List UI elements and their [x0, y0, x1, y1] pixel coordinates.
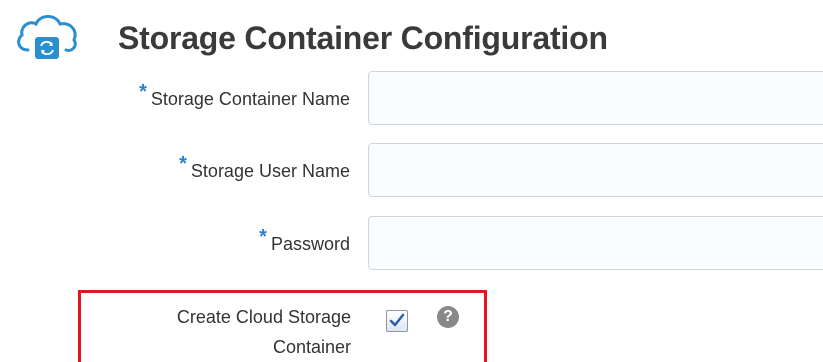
password-row: * Password	[0, 216, 823, 272]
create-cloud-storage-container-label: Create Cloud Storage Container	[91, 302, 351, 362]
storage-container-name-label-text: Storage Container Name	[150, 88, 350, 109]
password-label-text: Password	[270, 233, 350, 254]
checkmark-icon	[389, 313, 405, 327]
storage-container-name-label: * Storage Container Name	[139, 71, 350, 127]
cloud-sync-icon	[17, 15, 77, 59]
storage-container-name-row: * Storage Container Name	[0, 71, 823, 127]
storage-user-name-label-text: Storage User Name	[190, 160, 350, 181]
required-marker: *	[259, 225, 267, 248]
storage-user-name-input[interactable]	[368, 143, 823, 197]
required-marker: *	[139, 80, 147, 103]
create-container-label-line1: Create Cloud Storage	[176, 307, 351, 327]
storage-config-panel: Storage Container Configuration * Storag…	[0, 0, 823, 362]
password-input[interactable]	[368, 216, 823, 270]
create-cloud-storage-container-checkbox[interactable]	[386, 310, 408, 332]
question-circle-icon[interactable]: ?	[437, 306, 459, 328]
storage-user-name-label: * Storage User Name	[179, 143, 350, 199]
create-container-label-line2: Container	[272, 337, 351, 357]
page-header: Storage Container Configuration	[14, 8, 608, 68]
password-label: * Password	[259, 216, 350, 272]
storage-user-name-row: * Storage User Name	[0, 143, 823, 199]
page-title: Storage Container Configuration	[118, 19, 608, 56]
required-marker: *	[179, 152, 187, 175]
storage-container-name-input[interactable]	[368, 71, 823, 125]
